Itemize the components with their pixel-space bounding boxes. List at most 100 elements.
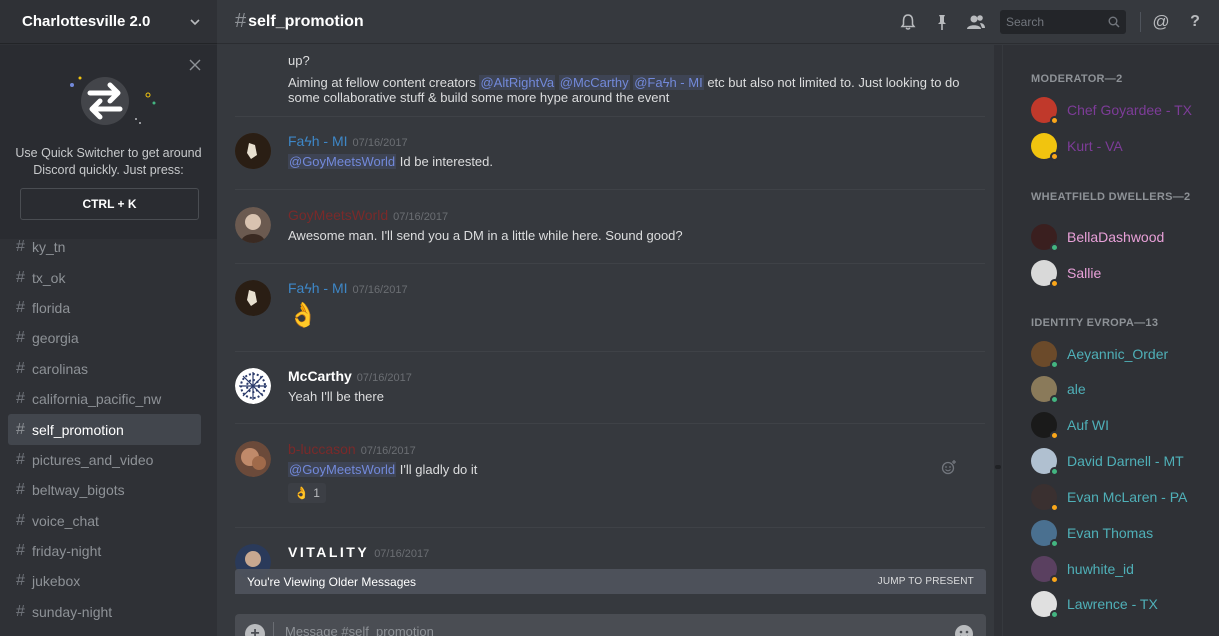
channel-name: pictures_and_video (32, 451, 154, 468)
message-author[interactable]: GoyMeetsWorld (288, 207, 388, 223)
member-item[interactable]: ale (1031, 374, 1211, 404)
search-input[interactable] (1006, 15, 1102, 29)
avatar (1031, 376, 1059, 404)
channel-name: friday-night (32, 543, 102, 560)
guild-header[interactable]: Charlottesville 2.0 (0, 0, 217, 44)
close-icon[interactable] (189, 59, 201, 71)
avatar[interactable] (235, 368, 271, 404)
channel-name: georgia (32, 330, 79, 347)
message-text: Yeah I'll be there (288, 389, 384, 404)
avatar[interactable] (235, 207, 271, 243)
member-item[interactable]: Kurt - VA (1031, 131, 1211, 161)
channel-sidebar: Charlottesville 2.0 Use Quick Switcher t… (0, 0, 217, 636)
hash-icon: # (16, 481, 25, 499)
message-meta: GoyMeetsWorld 07/16/2017 (288, 207, 448, 225)
member-item[interactable]: Chef Goyardee - TX (1031, 95, 1211, 125)
member-item[interactable]: Auf WI (1031, 410, 1211, 440)
message-scrollbar[interactable] (994, 45, 1002, 636)
add-reaction-icon[interactable] (941, 459, 957, 475)
channel-name: tx_ok (32, 269, 66, 286)
message-text: @GoyMeetsWorld Id be interested. (288, 154, 978, 170)
search-box[interactable] (1000, 10, 1126, 34)
member-item[interactable]: Evan Thomas (1031, 518, 1211, 548)
older-messages-bar: You're Viewing Older Messages JUMP TO PR… (235, 569, 986, 594)
quick-switcher-shortcut[interactable]: CTRL + K (20, 188, 199, 220)
channel-ky_tn[interactable]: # ky_tn (8, 232, 201, 262)
channel-name: sunday-night (32, 603, 113, 620)
bell-icon[interactable] (898, 12, 918, 32)
search-icon[interactable] (1108, 16, 1120, 28)
message-author[interactable]: Faϟh - MI (288, 133, 348, 149)
help-icon[interactable]: ? (1185, 12, 1205, 32)
hash-icon: # (16, 511, 25, 529)
channel-jukebox[interactable]: # jukebox (8, 566, 201, 596)
mention[interactable]: @Faϟh - MI (633, 74, 704, 90)
members-icon[interactable] (966, 12, 986, 32)
avatar (1031, 97, 1059, 125)
member-item[interactable]: Lawrence - TX (1031, 589, 1211, 619)
pin-icon[interactable] (932, 12, 952, 32)
channel-florida[interactable]: # florida (8, 293, 201, 323)
guild-name: Charlottesville 2.0 (22, 13, 151, 30)
member-item[interactable]: David Darnell - MT (1031, 446, 1211, 476)
channel-beltway_bigots[interactable]: # beltway_bigots (8, 475, 201, 505)
channel-california_pacific_nw[interactable]: # california_pacific_nw (8, 384, 201, 414)
avatar[interactable] (235, 133, 271, 169)
hash-icon: # (16, 572, 25, 590)
message-meta: VITALITY 07/16/2017 (288, 544, 429, 562)
channel-voice_chat[interactable]: # voice_chat (8, 506, 201, 536)
status-indicator (1050, 467, 1059, 476)
message-author[interactable]: McCarthy (288, 368, 352, 384)
member-item[interactable]: Sallie (1031, 258, 1211, 288)
mention[interactable]: @GoyMeetsWorld (288, 154, 397, 169)
emoji-picker-icon[interactable] (954, 624, 974, 636)
chevron-down-icon[interactable] (189, 16, 201, 28)
status-indicator (1050, 360, 1059, 369)
mention[interactable]: @AltRightVa (479, 74, 556, 90)
message-divider (235, 116, 985, 117)
avatar (1031, 556, 1059, 584)
channel-pictures_and_video[interactable]: # pictures_and_video (8, 445, 201, 475)
scrollbar-thumb[interactable] (995, 465, 1001, 469)
channel-self_promotion[interactable]: # self_promotion (8, 414, 201, 445)
reaction-button[interactable]: 👌 1 (288, 483, 326, 503)
channel-sunday-night[interactable]: # sunday-night (8, 597, 201, 627)
message-timestamp: 07/16/2017 (352, 284, 408, 296)
message-timestamp: 07/16/2017 (352, 137, 408, 149)
mention[interactable]: @McCarthy (558, 74, 630, 90)
role-header: WHEATFIELD DWELLERS—2 (1031, 191, 1191, 203)
channel-name: florida (32, 299, 71, 316)
at-icon[interactable]: @ (1151, 12, 1171, 32)
message-divider (235, 527, 985, 528)
upload-plus-icon[interactable]: + (245, 624, 265, 636)
channel-friday-night[interactable]: # friday-night (8, 536, 201, 566)
hash-icon: # (16, 602, 25, 620)
channel-carolinas[interactable]: # carolinas (8, 354, 201, 384)
message-input[interactable] (285, 624, 885, 636)
member-name: Evan Thomas (1067, 525, 1154, 541)
avatar[interactable] (235, 280, 271, 316)
message-author[interactable]: VITALITY (288, 544, 369, 560)
avatar[interactable] (235, 441, 271, 477)
channel-tx_ok[interactable]: # tx_ok (8, 262, 201, 292)
member-name: Evan McLaren - PA (1067, 489, 1188, 505)
composer-divider (273, 622, 274, 636)
header-toolbar: @ ? (898, 0, 1219, 44)
member-item[interactable]: Aeyannic_Order (1031, 339, 1211, 369)
message-timestamp: 07/16/2017 (374, 548, 430, 560)
message-divider (235, 351, 985, 352)
header-divider (1140, 12, 1141, 32)
member-name: ale (1067, 381, 1086, 397)
member-item[interactable]: Evan McLaren - PA (1031, 482, 1211, 512)
avatar (1031, 520, 1059, 548)
message-author[interactable]: Faϟh - MI (288, 280, 348, 296)
status-indicator (1050, 152, 1059, 161)
channel-georgia[interactable]: # georgia (8, 323, 201, 353)
jump-to-present-button[interactable]: JUMP TO PRESENT (878, 576, 974, 587)
member-item[interactable]: huwhite_id (1031, 554, 1211, 584)
status-indicator (1050, 116, 1059, 125)
hash-icon: # (16, 450, 25, 468)
mention[interactable]: @GoyMeetsWorld (288, 462, 397, 477)
message-author[interactable]: b-luccason (288, 441, 356, 457)
member-item[interactable]: BellaDashwood (1031, 222, 1211, 252)
